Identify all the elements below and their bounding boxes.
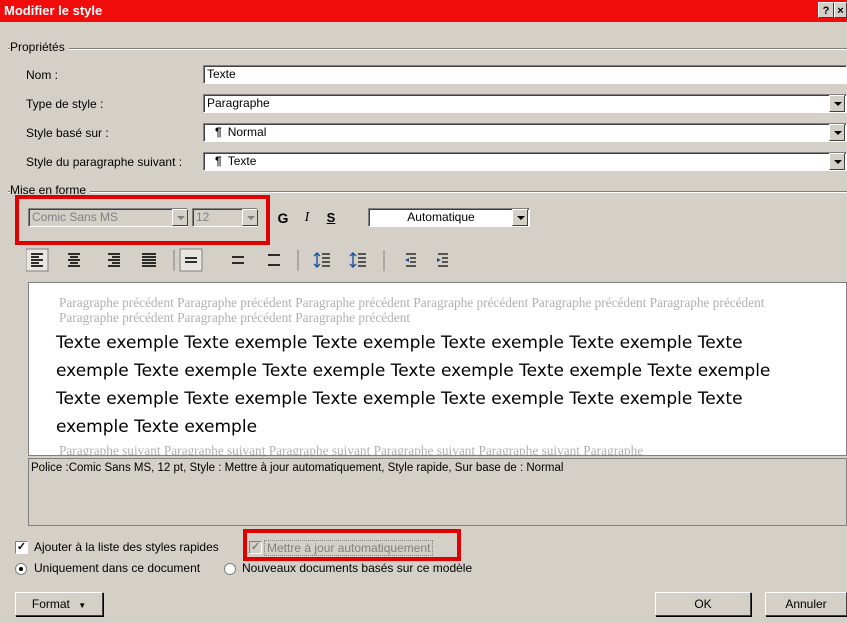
nom-label: Nom : <box>26 68 59 82</box>
cancel-button[interactable]: Annuler <box>765 592 847 616</box>
type-style-dropdown-arrow[interactable] <box>829 95 845 112</box>
type-style-value: Paragraphe <box>207 96 270 110</box>
nom-input[interactable]: Texte <box>203 65 847 84</box>
this-document-label: Uniquement dans ce document <box>34 561 201 575</box>
mise-en-forme-group-label: Mise en forme <box>10 183 91 197</box>
next-style-value: Texte <box>227 154 257 168</box>
font-color-value: Automatique <box>407 210 475 224</box>
base-style-label: Style basé sur : <box>26 126 109 140</box>
space-after-button[interactable] <box>346 249 368 269</box>
format-button[interactable]: Format ▼ <box>15 592 103 616</box>
quick-styles-label: Ajouter à la liste des styles rapides <box>34 540 219 554</box>
line-spacing-double-button[interactable] <box>264 249 286 269</box>
next-style-select[interactable]: ¶ Texte <box>203 152 847 171</box>
style-description-text: Police :Comic Sans MS, 12 pt, Style : Me… <box>31 462 564 474</box>
underline-button[interactable]: S <box>320 208 342 228</box>
align-right-button[interactable] <box>102 249 124 269</box>
font-name-value: Comic Sans MS <box>32 210 119 224</box>
format-button-label: Format <box>31 597 70 611</box>
auto-update-label: Mettre à jour automatiquement <box>264 540 434 556</box>
decrease-indent-button[interactable] <box>400 249 422 269</box>
style-description: Police :Comic Sans MS, 12 pt, Style : Me… <box>28 458 847 526</box>
preview-previous-paragraph: Paragraphe précédent Paragraphe précéden… <box>59 295 765 325</box>
increase-indent-button[interactable] <box>432 249 454 269</box>
next-style-dropdown-arrow[interactable] <box>829 153 845 170</box>
italic-button[interactable]: I <box>296 208 318 228</box>
new-documents-label: Nouveaux documents basés sur ce modèle <box>242 561 473 575</box>
window-title: Modifier le style <box>4 3 103 18</box>
paragraph-icon: ¶ <box>215 154 222 168</box>
dropdown-triangle-icon: ▼ <box>78 601 87 610</box>
next-style-label: Style du paragraphe suivant : <box>26 155 183 169</box>
font-color-dropdown-arrow[interactable] <box>512 209 528 226</box>
font-name-select[interactable]: Comic Sans MS <box>28 208 188 227</box>
space-before-button[interactable] <box>310 249 332 269</box>
paragraph-icon: ¶ <box>215 125 222 139</box>
help-button[interactable]: ? <box>818 2 834 18</box>
font-color-select[interactable]: Automatique <box>368 208 530 227</box>
proprietes-group-label: Propriétés <box>10 40 69 54</box>
mise-en-forme-divider <box>8 191 847 193</box>
title-bar: Modifier le style ? × <box>0 0 847 22</box>
base-style-select[interactable]: ¶ Normal <box>203 123 847 142</box>
line-spacing-1-5-button[interactable] <box>228 249 250 269</box>
close-button[interactable]: × <box>834 2 847 18</box>
font-size-value: 12 <box>196 210 210 224</box>
ok-button[interactable]: OK <box>655 592 751 616</box>
quick-styles-checkbox[interactable]: ✓ <box>15 541 28 554</box>
base-style-value: Normal <box>227 125 267 139</box>
new-documents-radio[interactable] <box>224 563 236 575</box>
bold-button[interactable]: G <box>272 208 294 228</box>
font-size-dropdown-arrow[interactable] <box>242 209 258 226</box>
line-spacing-single-button[interactable] <box>180 249 202 269</box>
base-style-dropdown-arrow[interactable] <box>829 124 845 141</box>
type-style-label: Type de style : <box>26 97 104 111</box>
preview-sample-text: Texte exemple Texte exemple Texte exempl… <box>56 333 771 437</box>
paragraph-toolbar <box>26 248 448 272</box>
proprietes-divider <box>8 48 847 50</box>
this-document-radio[interactable] <box>15 563 27 575</box>
align-center-button[interactable] <box>62 249 84 269</box>
style-preview: Paragraphe précédent Paragraphe précéden… <box>28 282 847 456</box>
align-left-button[interactable] <box>26 249 48 269</box>
auto-update-checkbox[interactable]: ✓ <box>249 541 262 554</box>
preview-next-paragraph: Paragraphe suivant Paragraphe suivant Pa… <box>59 443 644 456</box>
font-name-dropdown-arrow[interactable] <box>172 209 188 226</box>
align-justify-button[interactable] <box>138 249 160 269</box>
type-style-select[interactable]: Paragraphe <box>203 94 847 113</box>
